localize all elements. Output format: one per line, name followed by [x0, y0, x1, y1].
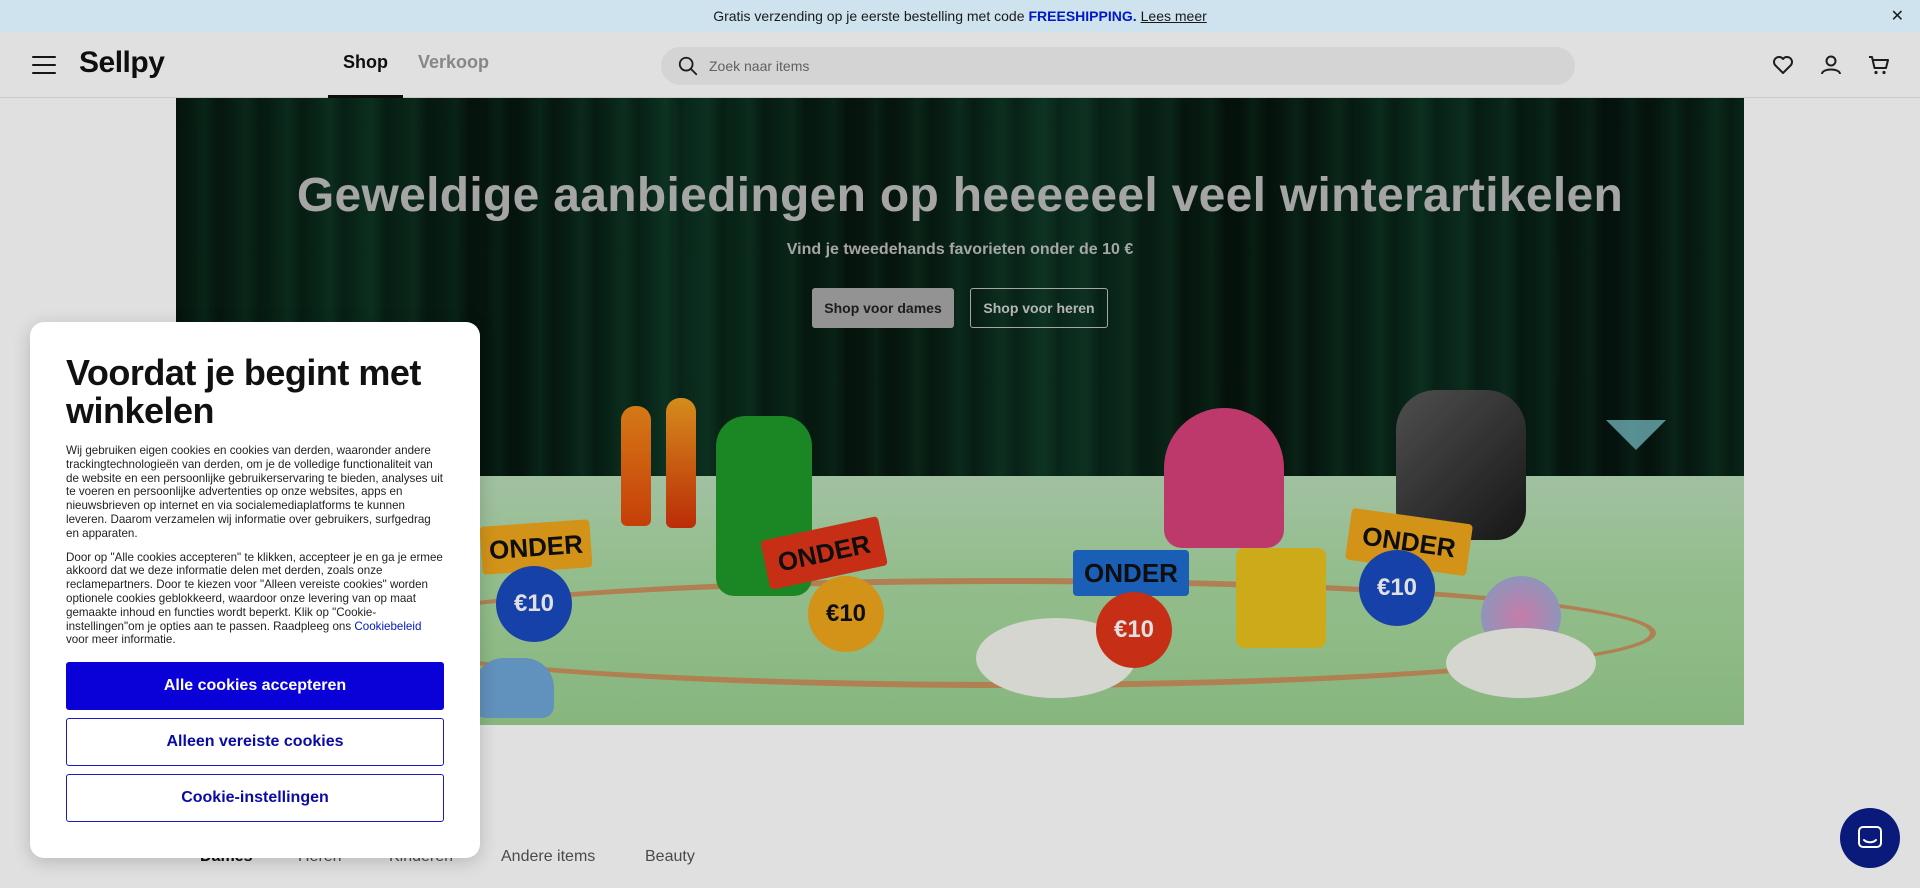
- hero-subtitle: Vind je tweedehands favorieten onder de …: [786, 241, 1134, 258]
- required-cookies-button[interactable]: Alleen vereiste cookies: [66, 718, 444, 766]
- shop-women-button[interactable]: Shop voor dames: [812, 288, 954, 328]
- tag-price: €10: [1359, 550, 1435, 626]
- chat-icon: [1858, 826, 1882, 848]
- site-header: Sellpy Shop Verkoop: [0, 32, 1920, 98]
- pink-beanie: [1164, 408, 1284, 548]
- pepper-mill-red: [666, 398, 696, 528]
- search-bar[interactable]: [661, 47, 1575, 85]
- promo-code: FREESHIPPING.: [1028, 8, 1137, 24]
- cookie-text-2: Door op "Alle cookies accepteren" te kli…: [66, 551, 444, 648]
- tab-shop[interactable]: Shop: [328, 52, 403, 98]
- promo-read-more-link[interactable]: Lees meer: [1141, 8, 1207, 24]
- accept-all-cookies-button[interactable]: Alle cookies accepteren: [66, 662, 444, 710]
- user-icon[interactable]: [1819, 53, 1843, 77]
- plate: [1446, 628, 1596, 698]
- hero-title: Geweldige aanbiedingen op heeeeeel veel …: [296, 169, 1624, 222]
- category-tab-andere-items[interactable]: Andere items: [501, 848, 595, 866]
- cookie-text-2-end: voor meer informatie.: [66, 633, 176, 647]
- tag-price: €10: [1096, 592, 1172, 668]
- search-input[interactable]: [709, 58, 1509, 74]
- close-icon[interactable]: ✕: [1891, 6, 1904, 26]
- tag-onder: ONDER: [1073, 550, 1189, 596]
- tag-price: €10: [496, 566, 572, 642]
- cart-icon[interactable]: [1867, 53, 1891, 77]
- heart-icon[interactable]: [1771, 53, 1795, 77]
- menu-icon[interactable]: [32, 56, 56, 76]
- yellow-handbag: [1236, 548, 1326, 648]
- chat-button[interactable]: [1840, 808, 1900, 868]
- promo-text: Gratis verzending op je eerste bestellin…: [713, 8, 1025, 24]
- cookie-dialog: Voordat je begint met winkelen Wij gebru…: [30, 322, 480, 858]
- logo[interactable]: Sellpy: [79, 46, 165, 80]
- blue-pot: [474, 658, 554, 718]
- shop-men-button[interactable]: Shop voor heren: [970, 288, 1108, 328]
- cookie-policy-link[interactable]: Cookiebeleid: [354, 620, 421, 633]
- pepper-mill-orange: [621, 406, 651, 526]
- cookie-title: Voordat je begint met winkelen: [66, 352, 421, 431]
- search-icon: [678, 56, 698, 76]
- tab-verkoop[interactable]: Verkoop: [418, 52, 489, 73]
- cookie-text: Wij gebruiken eigen cookies en cookies v…: [66, 444, 444, 540]
- cookie-settings-button[interactable]: Cookie-instellingen: [66, 774, 444, 822]
- category-tab-beauty[interactable]: Beauty: [645, 848, 695, 866]
- promo-bar: Gratis verzending op je eerste bestellin…: [0, 0, 1920, 32]
- tag-price: €10: [808, 576, 884, 652]
